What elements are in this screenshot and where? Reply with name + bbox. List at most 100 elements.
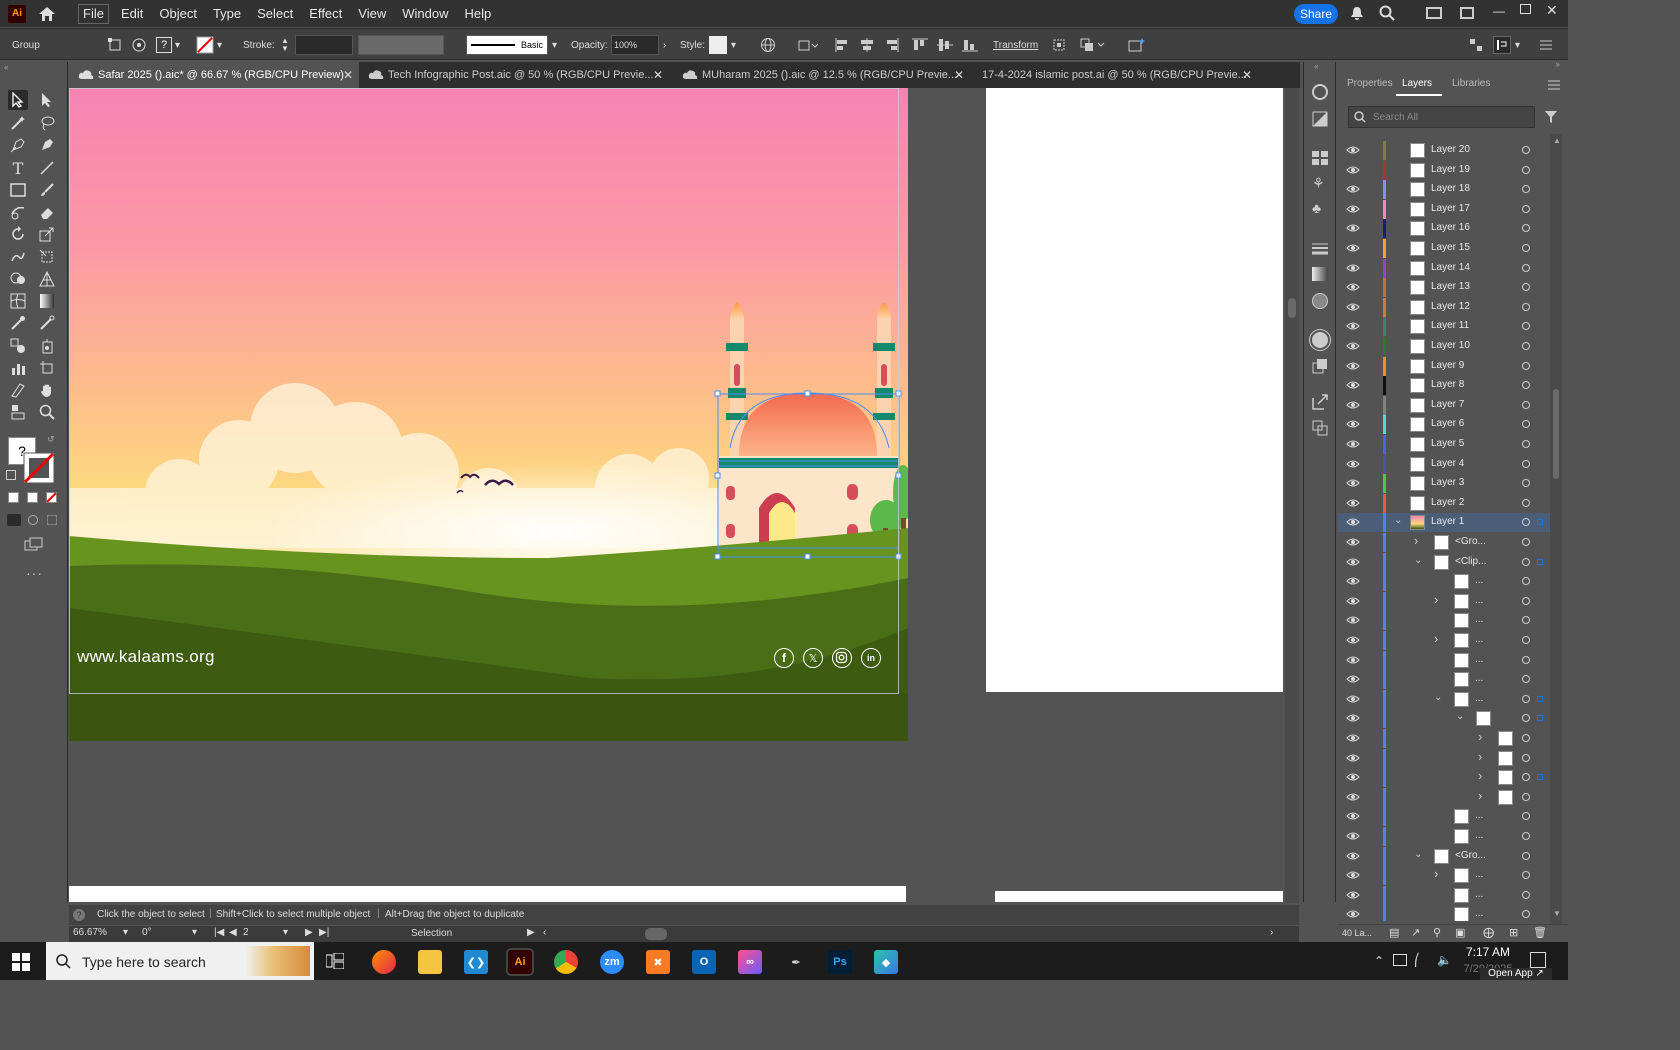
layer-row[interactable]: ... [1338, 651, 1550, 670]
control-menu-icon[interactable] [1540, 29, 1552, 61]
target-circle-icon[interactable] [1522, 420, 1530, 428]
chevron-right-icon[interactable]: › [1414, 533, 1418, 548]
isolate-icon[interactable] [108, 29, 122, 61]
visibility-eye-icon[interactable] [1346, 752, 1360, 764]
locate-object-icon[interactable]: ⚲ [1433, 926, 1441, 939]
target-circle-icon[interactable] [1522, 381, 1530, 389]
filter-icon[interactable] [1544, 110, 1558, 124]
outlook-icon[interactable]: O [692, 950, 716, 974]
layer-row[interactable]: › [1338, 768, 1550, 787]
layer-row[interactable]: Layer 18 [1338, 180, 1550, 199]
status-menu-icon[interactable]: ▶ [527, 927, 535, 938]
visibility-eye-icon[interactable] [1346, 399, 1360, 411]
layer-row[interactable]: ⌄ [1338, 709, 1550, 728]
layer-row[interactable]: Layer 6 [1338, 415, 1550, 434]
close-tab-icon[interactable]: ✕ [343, 68, 353, 82]
close-tab-icon[interactable]: ✕ [653, 68, 663, 82]
layers-search-input[interactable]: Search All [1348, 106, 1535, 128]
xampp-icon[interactable]: ✖ [646, 950, 670, 974]
color-mode-icon[interactable] [8, 492, 19, 503]
target-circle-icon[interactable] [1522, 793, 1530, 801]
selection-indicator[interactable] [1537, 519, 1543, 525]
target-circle-icon[interactable] [1522, 166, 1530, 174]
tray-battery-icon[interactable]: ⎛ [1414, 953, 1420, 967]
target-circle-icon[interactable] [1522, 597, 1530, 605]
chevron-right-icon[interactable]: › [1434, 592, 1438, 607]
layer-row[interactable]: Layer 12 [1338, 298, 1550, 317]
layer-row[interactable]: Layer 17 [1338, 200, 1550, 219]
stroke-swatch[interactable]: ▾ [196, 29, 222, 61]
selection-indicator[interactable] [1537, 559, 1543, 565]
layer-row[interactable]: › [1338, 729, 1550, 748]
panel-menu-icon[interactable] [1548, 79, 1560, 90]
tab-properties[interactable]: Properties [1347, 78, 1393, 89]
visibility-eye-icon[interactable] [1346, 908, 1360, 920]
visibility-eye-icon[interactable] [1346, 516, 1360, 528]
layer-row[interactable]: › [1338, 788, 1550, 807]
target-circle-icon[interactable] [1522, 695, 1530, 703]
visibility-eye-icon[interactable] [1346, 340, 1360, 352]
align-bottom-icon[interactable] [962, 29, 978, 61]
perspective-grid-tool-icon[interactable] [37, 269, 57, 289]
swap-colors-icon[interactable]: ↺ [47, 434, 55, 445]
artboard-canvas[interactable]: www.kalaams.org f 𝕏 in [69, 88, 908, 741]
tray-network-icon[interactable] [1393, 954, 1407, 966]
layer-row[interactable]: ... [1338, 886, 1550, 905]
layer-row[interactable]: ⌄ <Clip... [1338, 553, 1550, 572]
firefox-icon[interactable] [372, 950, 396, 974]
layer-row[interactable]: ... [1338, 905, 1550, 921]
isolate-group-icon[interactable] [1052, 29, 1066, 61]
collapse-tools-icon[interactable]: « [4, 63, 8, 72]
open-app-tooltip[interactable]: Open App ↗ [1480, 968, 1552, 980]
scroll-left-icon[interactable]: ‹ [543, 927, 546, 938]
layer-row[interactable]: ›... [1338, 592, 1550, 611]
screen-mode-icon[interactable] [24, 536, 44, 552]
layer-row[interactable]: ... [1338, 670, 1550, 689]
visibility-eye-icon[interactable] [1346, 164, 1360, 176]
quick-actions-icon[interactable] [1128, 29, 1146, 61]
visibility-eye-icon[interactable] [1346, 850, 1360, 862]
free-transform-tool-icon[interactable] [37, 247, 57, 267]
chrome-icon[interactable] [554, 950, 578, 974]
column-graph-tool-icon[interactable] [8, 358, 28, 378]
visibility-eye-icon[interactable] [1346, 183, 1360, 195]
panel-collapse-icon[interactable]: » [1338, 61, 1568, 69]
arrange-docs-icon[interactable] [1460, 7, 1474, 19]
canvas-vertical-scrollbar[interactable] [1285, 88, 1299, 903]
arrange-icon[interactable] [1080, 29, 1106, 61]
brush-definition[interactable]: Basic ▾ [466, 29, 557, 61]
layer-row[interactable]: Layer 5 [1338, 435, 1550, 454]
layer-row[interactable]: Layer 11 [1338, 317, 1550, 336]
target-circle-icon[interactable] [1522, 224, 1530, 232]
visibility-eye-icon[interactable] [1346, 654, 1360, 666]
target-circle-icon[interactable] [1522, 303, 1530, 311]
visibility-eye-icon[interactable] [1346, 418, 1360, 430]
visibility-eye-icon[interactable] [1346, 458, 1360, 470]
layers-scrollbar[interactable]: ▲ ▼ [1550, 134, 1562, 924]
stroke-weight-field[interactable] [295, 29, 353, 61]
target-circle-icon[interactable] [1522, 146, 1530, 154]
photoshop-icon[interactable]: Ps [828, 950, 852, 974]
layer-row[interactable]: Layer 7 [1338, 396, 1550, 415]
vscode-icon[interactable]: ❮❯ [464, 950, 488, 974]
visibility-eye-icon[interactable] [1346, 771, 1360, 783]
pen-tool-icon[interactable] [8, 135, 28, 155]
layer-row[interactable]: Layer 10 [1338, 337, 1550, 356]
layer-row[interactable]: ⌄ Layer 1 [1338, 513, 1550, 532]
tray-chevron-icon[interactable]: ⌃ [1374, 954, 1384, 968]
close-tab-icon[interactable]: ✕ [1242, 68, 1252, 82]
visibility-eye-icon[interactable] [1346, 732, 1360, 744]
target-circle-icon[interactable] [1522, 342, 1530, 350]
layer-row[interactable]: › [1338, 749, 1550, 768]
layer-row[interactable]: › <Gro... [1338, 533, 1550, 552]
export-icon[interactable]: ↗ [1411, 926, 1420, 939]
layer-row[interactable]: Layer 19 [1338, 161, 1550, 180]
chevron-right-icon[interactable]: › [1478, 768, 1482, 783]
delete-layer-icon[interactable]: 🗑 [1533, 926, 1547, 939]
visibility-eye-icon[interactable] [1346, 320, 1360, 332]
collect-export-icon[interactable]: ▤ [1389, 926, 1399, 939]
menu-file[interactable]: File [78, 3, 109, 24]
slice-tool-icon[interactable] [8, 380, 28, 400]
start-button[interactable] [12, 953, 30, 974]
scale-tool-icon[interactable] [37, 224, 57, 244]
